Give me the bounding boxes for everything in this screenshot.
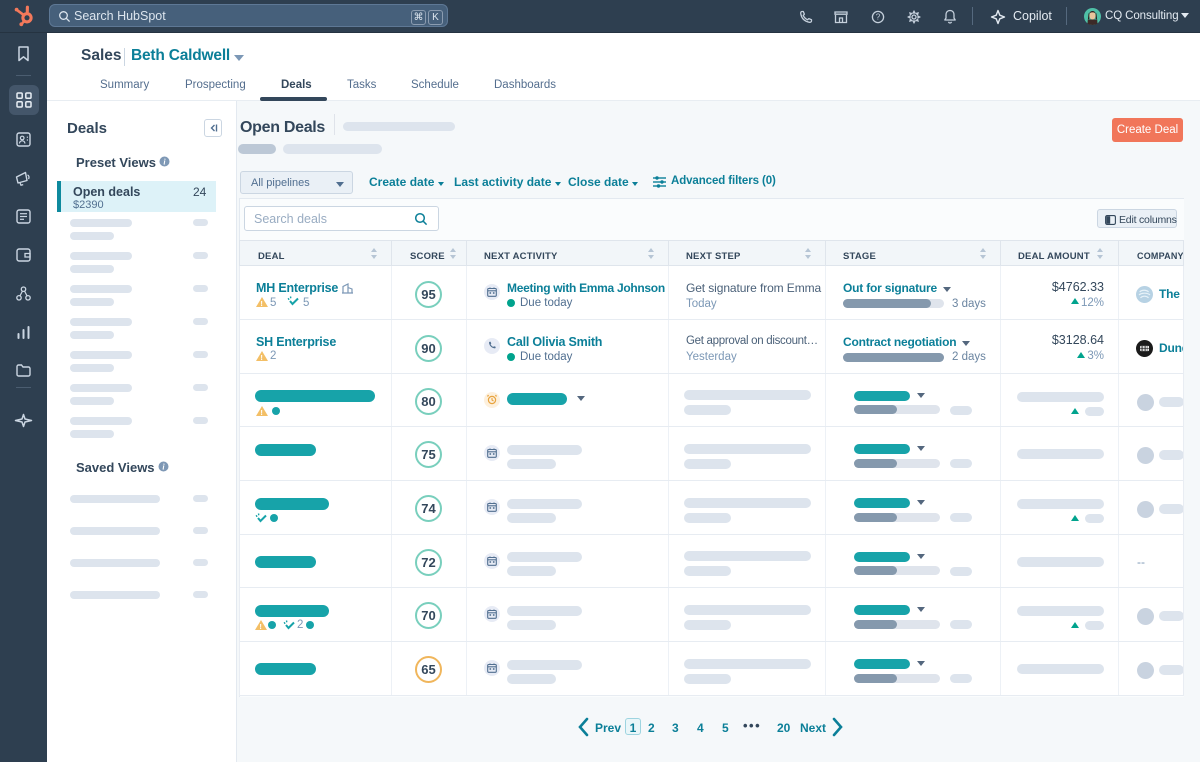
svg-text:?: ? <box>876 13 881 22</box>
